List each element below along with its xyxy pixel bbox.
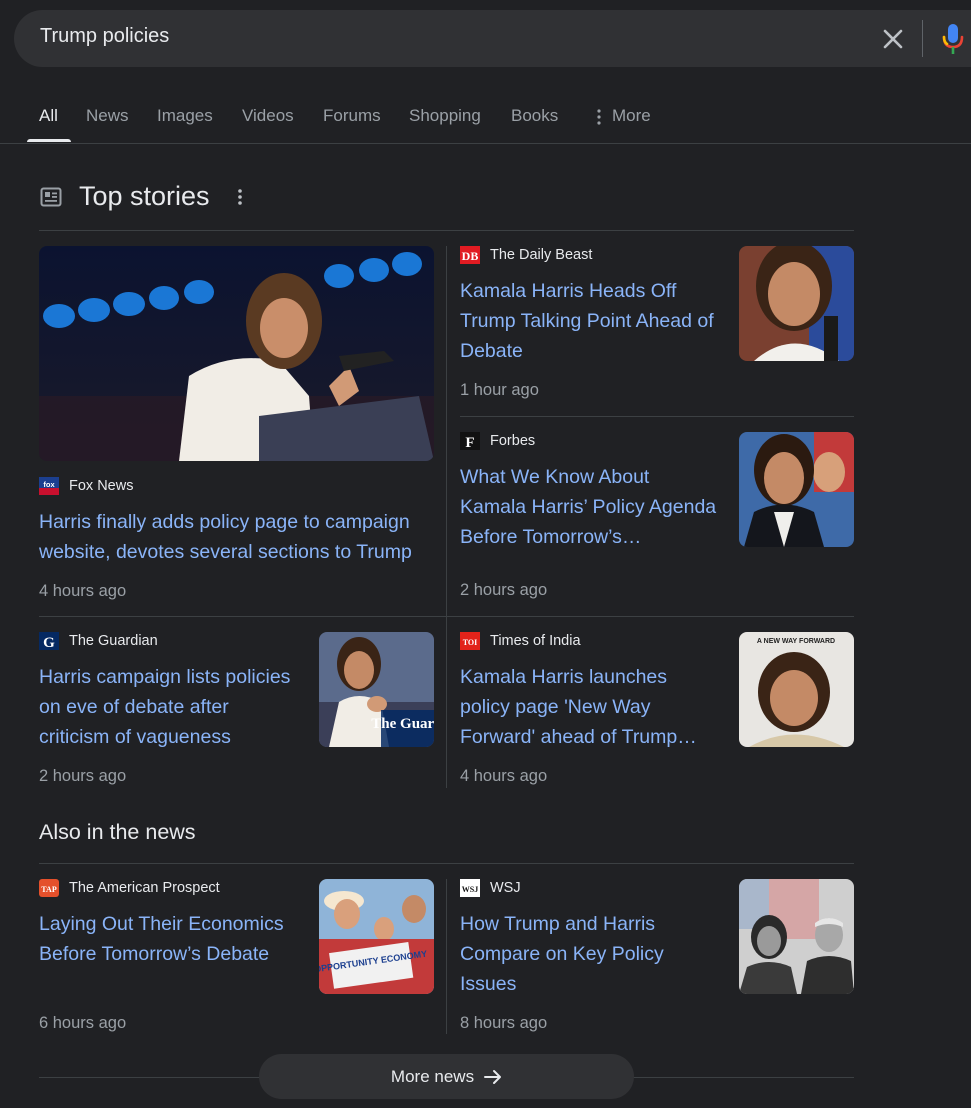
svg-text:TAP: TAP	[41, 885, 57, 894]
story-headline[interactable]: Harris campaign lists policies on eve of…	[39, 662, 301, 752]
more-news-button[interactable]: More news	[259, 1054, 634, 1099]
svg-text:DB: DB	[462, 249, 479, 263]
story-time: 1 hour ago	[460, 381, 539, 399]
story-card-wsj[interactable]: WSJ WSJ How Trump and Harris Compare on …	[460, 879, 855, 1039]
story-time: 2 hours ago	[39, 767, 127, 785]
tab-shopping[interactable]: Shopping	[409, 106, 481, 126]
source-name: WSJ	[490, 880, 521, 896]
svg-text:F: F	[465, 435, 474, 450]
story-thumbnail	[739, 432, 854, 547]
svg-text:G: G	[43, 635, 55, 650]
story-source: G The Guardian	[39, 632, 158, 651]
divider	[39, 863, 854, 864]
daily-beast-logo: DB	[460, 246, 480, 264]
story-card-american-prospect[interactable]: TAP The American Prospect Laying Out The…	[39, 879, 434, 1039]
tab-more[interactable]: More	[612, 106, 651, 126]
tab-all[interactable]: All	[39, 106, 58, 126]
times-of-india-logo: TOI	[460, 632, 480, 650]
more-news-label: More news	[390, 1066, 475, 1086]
story-time: 6 hours ago	[39, 1014, 127, 1032]
story-source: fox Fox News	[39, 477, 133, 495]
source-name: The American Prospect	[69, 880, 220, 896]
story-source: F Forbes	[460, 432, 536, 451]
divider	[39, 230, 854, 231]
svg-text:The Guardi: The Guardi	[371, 716, 434, 732]
top-stories-title: Top stories	[79, 181, 210, 211]
story-time: 2 hours ago	[460, 581, 548, 599]
story-thumbnail	[739, 246, 854, 361]
tab-news[interactable]: News	[86, 106, 129, 126]
story-headline[interactable]: Harris finally adds policy page to campa…	[39, 507, 434, 567]
story-card-guardian[interactable]: G The Guardian Harris campaign lists pol…	[39, 632, 434, 792]
search-tabs: All News Images Videos Forums Shopping B…	[0, 100, 971, 144]
story-time: 4 hours ago	[39, 582, 127, 600]
search-divider	[922, 20, 923, 57]
story-headline[interactable]: Kamala Harris Heads Off Trump Talking Po…	[460, 276, 718, 366]
story-thumbnail: A NEW WAY FORWARD	[739, 632, 854, 747]
story-source: WSJ WSJ	[460, 879, 521, 897]
tab-videos[interactable]: Videos	[242, 106, 294, 126]
also-in-the-news-title: Also in the news	[39, 820, 196, 844]
fox-news-logo: fox	[39, 477, 59, 495]
tab-images[interactable]: Images	[157, 106, 213, 126]
kebab-menu-icon[interactable]	[237, 188, 243, 206]
source-name: Times of India	[490, 633, 581, 649]
tab-books[interactable]: Books	[511, 106, 558, 126]
forbes-logo: F	[460, 432, 480, 451]
microphone-icon[interactable]	[940, 22, 966, 56]
story-source: TAP The American Prospect	[39, 879, 220, 897]
source-name: Fox News	[69, 478, 134, 494]
story-headline[interactable]: Laying Out Their Economics Before Tomorr…	[39, 909, 301, 969]
story-headline[interactable]: How Trump and Harris Compare on Key Poli…	[460, 909, 718, 999]
story-thumbnail: The Guardi	[319, 632, 434, 747]
search-bar[interactable]: Trump policies	[14, 10, 971, 67]
wsj-logo: WSJ	[460, 879, 480, 897]
svg-text:TOI: TOI	[463, 638, 478, 647]
svg-text:WSJ: WSJ	[462, 885, 478, 894]
guardian-logo: G	[39, 632, 59, 651]
search-input[interactable]: Trump policies	[40, 25, 169, 48]
divider	[460, 416, 854, 417]
source-name: The Guardian	[69, 633, 158, 649]
american-prospect-logo: TAP	[39, 879, 59, 897]
story-card-forbes[interactable]: F Forbes What We Know About Kamala Harri…	[460, 432, 855, 607]
story-card-daily-beast[interactable]: DB The Daily Beast Kamala Harris Heads O…	[460, 246, 855, 406]
story-headline[interactable]: Kamala Harris launches policy page 'New …	[460, 662, 718, 752]
story-image	[39, 246, 434, 461]
story-time: 4 hours ago	[460, 767, 548, 785]
clear-icon[interactable]	[878, 24, 908, 54]
story-headline[interactable]: What We Know About Kamala Harris’ Policy…	[460, 462, 718, 552]
more-vert-icon[interactable]	[597, 109, 601, 125]
story-thumbnail: OPPORTUNITY ECONOMY	[319, 879, 434, 994]
tab-forums[interactable]: Forums	[323, 106, 381, 126]
story-source: TOI Times of India	[460, 632, 581, 650]
divider	[39, 616, 854, 617]
arrow-right-icon	[484, 1069, 502, 1084]
active-tab-indicator	[27, 139, 71, 142]
column-divider	[446, 879, 447, 1034]
svg-text:fox: fox	[43, 480, 55, 489]
story-card-times-of-india[interactable]: TOI Times of India Kamala Harris launche…	[460, 632, 855, 792]
story-thumbnail	[739, 879, 854, 994]
story-source: DB The Daily Beast	[460, 246, 592, 264]
story-time: 8 hours ago	[460, 1014, 548, 1032]
newspaper-icon	[40, 187, 62, 207]
source-name: Forbes	[490, 433, 536, 449]
story-card-fox-news[interactable]: fox Fox News Harris finally adds policy …	[39, 246, 434, 606]
source-name: The Daily Beast	[490, 247, 593, 263]
column-divider	[446, 246, 447, 788]
svg-text:A NEW WAY FORWARD: A NEW WAY FORWARD	[757, 638, 835, 645]
